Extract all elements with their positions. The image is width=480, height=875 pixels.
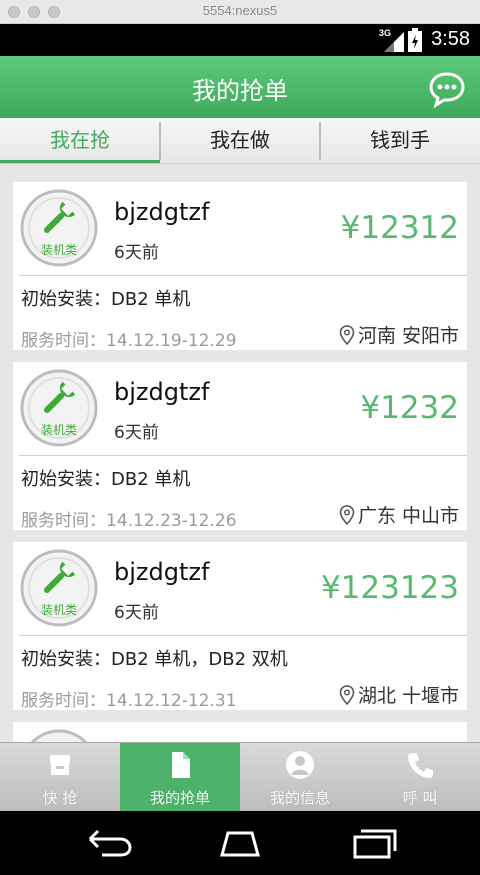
emulator-title: 5554:nexus5 [202,3,278,18]
install-category-icon [30,729,88,742]
category-label: 装机类 [40,423,77,437]
order-location: 湖北 十堰市 [339,681,459,708]
tab-bar: 我在抢 我在做 钱到手 [0,118,480,164]
service-time: 服务时间：14.12.23-12.26 [21,511,237,531]
location-text: 湖北 十堰市 [357,685,459,707]
order-card[interactable]: 装机类 bjzdgtzf 6天前 ¥1232 初始安装：DB2 单机 服务时间：… [13,362,467,531]
nav-quick-grab[interactable]: 快 抢 [0,743,120,812]
service-time: 服务时间：14.12.12-12.31 [21,691,237,711]
user-icon [286,751,314,779]
order-price: ¥1232 [360,390,459,426]
document-icon [172,752,190,778]
nav-label: 呼 叫 [402,789,438,807]
order-username: bjzdgtzf [114,378,210,406]
location-pin-icon [339,325,355,345]
box-icon [50,755,70,775]
order-username: bjzdgtzf [114,558,210,586]
app-header: 我的抢单 [0,56,480,118]
phone-icon [408,753,433,778]
order-card[interactable] [13,722,467,742]
tab-doing[interactable]: 我在做 [160,118,320,164]
back-icon[interactable] [80,825,140,861]
nav-label: 快 抢 [42,789,78,807]
system-nav-bar [0,811,480,875]
status-time: 3:58 [431,28,470,50]
order-username: bjzdgtzf [114,198,210,226]
order-price: ¥12312 [340,210,459,246]
nav-my-orders[interactable]: 我的抢单 [120,743,240,812]
nav-label: 我的抢单 [149,789,210,807]
status-bar: 3G 3:58 [0,24,480,56]
bottom-nav: 快 抢 我的抢单 我的信息 呼 叫 [0,742,480,812]
order-description: 初始安装：DB2 单机 [21,469,191,490]
recent-apps-icon[interactable] [345,825,405,861]
order-card[interactable]: 装机类 bjzdgtzf 6天前 ¥12312 初始安装：DB2 单机 服务时间… [13,182,467,351]
chat-icon[interactable] [428,70,466,108]
order-time-ago: 6天前 [114,603,159,623]
card-divider [19,275,467,276]
category-label: 装机类 [40,243,77,257]
service-time: 服务时间：14.12.19-12.29 [21,331,237,351]
order-description: 初始安装：DB2 单机 [21,289,191,310]
location-text: 广东 中山市 [357,505,459,527]
order-description: 初始安装：DB2 单机，DB2 双机 [21,649,288,670]
emulator-title-bar: 5554:nexus5 [0,0,480,24]
order-list[interactable]: 装机类 bjzdgtzf 6天前 ¥12312 初始安装：DB2 单机 服务时间… [0,164,480,742]
tab-grabbing[interactable]: 我在抢 [0,118,160,164]
page-title: 我的抢单 [192,77,288,105]
order-location: 河南 安阳市 [339,321,459,348]
order-time-ago: 6天前 [114,243,159,263]
card-divider [19,635,467,636]
home-icon[interactable] [210,825,270,861]
nav-label: 我的信息 [269,789,330,807]
location-text: 河南 安阳市 [357,325,459,347]
location-pin-icon [339,685,355,705]
order-time-ago: 6天前 [114,423,159,443]
signal-icon [384,32,404,52]
nav-call[interactable]: 呼 叫 [360,743,480,812]
battery-icon [408,28,422,52]
card-divider [19,455,467,456]
order-price: ¥123123 [320,570,459,606]
nav-my-info[interactable]: 我的信息 [240,743,360,812]
location-pin-icon [339,505,355,525]
tab-paid[interactable]: 钱到手 [320,118,480,164]
order-card[interactable]: 装机类 bjzdgtzf 6天前 ¥123123 初始安装：DB2 单机，DB2… [13,542,467,711]
category-label: 装机类 [40,603,77,617]
active-tab-indicator [0,160,160,163]
order-location: 广东 中山市 [339,501,459,528]
